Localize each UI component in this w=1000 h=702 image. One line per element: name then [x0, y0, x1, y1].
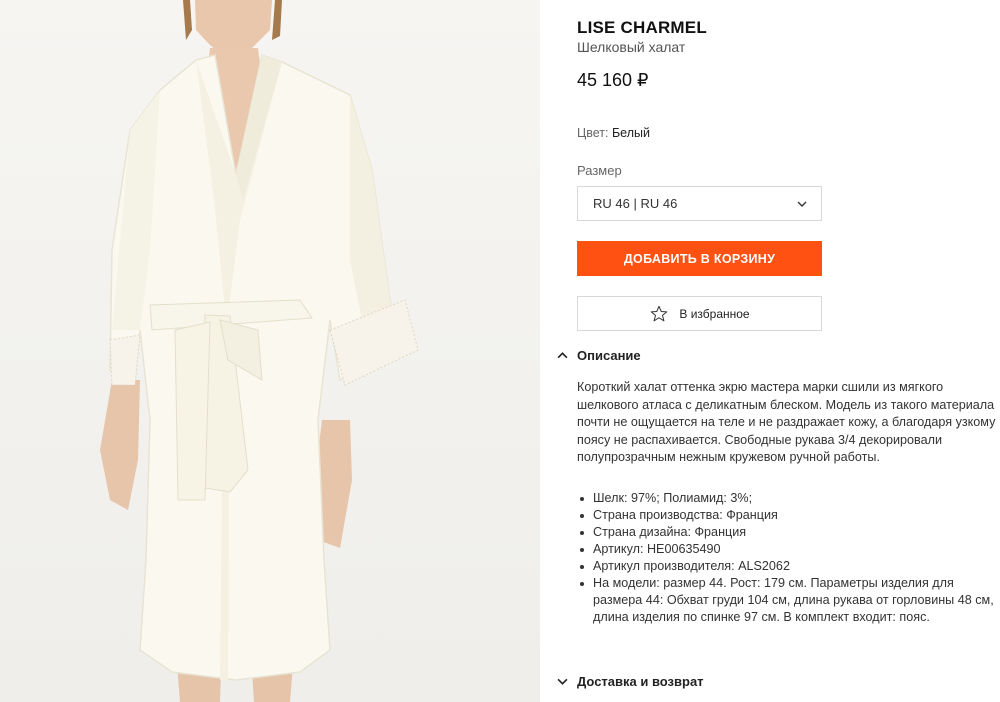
- product-price: 45 160 ₽: [577, 70, 649, 90]
- color-label: Цвет:: [577, 126, 612, 140]
- description-text: Короткий халат оттенка экрю мастера марк…: [577, 380, 996, 465]
- size-select[interactable]: RU 46 | RU 46: [577, 186, 822, 221]
- robe-illustration: [100, 0, 419, 702]
- chevron-down-icon: [557, 678, 568, 685]
- spec-item: Артикул производителя: ALS2062: [577, 558, 1000, 575]
- spec-item: Страна производства: Франция: [577, 507, 1000, 524]
- description-title: Описание: [577, 348, 641, 363]
- spec-item: Страна дизайна: Франция: [577, 524, 1000, 541]
- delivery-title: Доставка и возврат: [577, 674, 704, 689]
- star-outline-icon: [651, 305, 668, 321]
- favorite-label: В избранное: [679, 306, 750, 321]
- add-to-cart-button[interactable]: ДОБАВИТЬ В КОРЗИНУ: [577, 241, 822, 276]
- spec-item: На модели: размер 44. Рост: 179 см. Пара…: [577, 575, 1000, 626]
- color-info: Цвет: Белый: [577, 126, 650, 140]
- chevron-up-icon: [557, 352, 568, 359]
- specs-list: Шелк: 97%; Полиамид: 3%; Страна производ…: [577, 490, 1000, 626]
- size-label: Размер: [577, 163, 622, 178]
- chevron-down-icon: [797, 201, 807, 207]
- description-toggle[interactable]: Описание: [557, 348, 641, 363]
- color-value: Белый: [611, 126, 650, 140]
- spec-item: Артикул: HE00635490: [577, 541, 1000, 558]
- add-to-favorites-button[interactable]: В избранное: [577, 296, 822, 331]
- size-selected-value: RU 46 | RU 46: [593, 196, 678, 211]
- brand-name[interactable]: LISE CHARMEL: [577, 18, 707, 38]
- product-photo[interactable]: [0, 0, 540, 702]
- product-name: Шелковый халат: [577, 39, 686, 55]
- delivery-toggle[interactable]: Доставка и возврат: [557, 674, 704, 689]
- spec-item: Шелк: 97%; Полиамид: 3%;: [577, 490, 1000, 507]
